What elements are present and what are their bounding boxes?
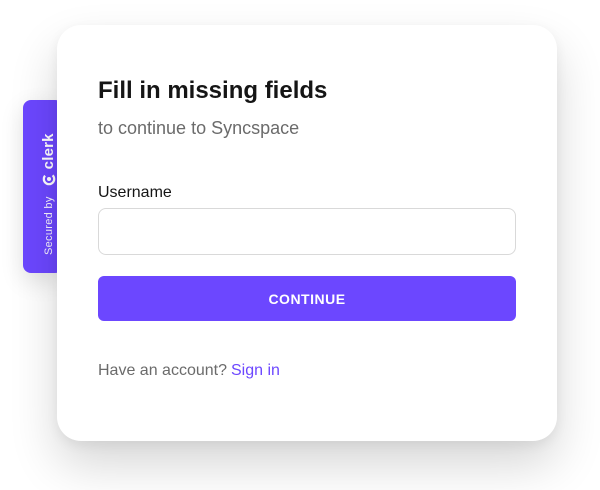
username-label: Username	[98, 184, 172, 201]
card-title: Fill in missing fields	[98, 77, 328, 104]
sign-in-link[interactable]: Sign in	[231, 362, 280, 379]
footer-prompt: Have an account?	[98, 362, 227, 379]
sign-up-card: Fill in missing fields to continue to Sy…	[57, 25, 557, 441]
badge-brand-text: clerk	[40, 133, 57, 170]
card-subtitle: to continue to Syncspace	[98, 118, 300, 138]
footer: Have an account? Sign in	[98, 361, 280, 381]
clerk-logo-icon	[42, 172, 56, 186]
badge-secured-text: Secured by	[42, 196, 55, 255]
continue-button[interactable]: CONTINUE	[98, 276, 516, 321]
badge-content: Secured by clerk	[40, 115, 57, 255]
username-input[interactable]	[98, 208, 516, 255]
